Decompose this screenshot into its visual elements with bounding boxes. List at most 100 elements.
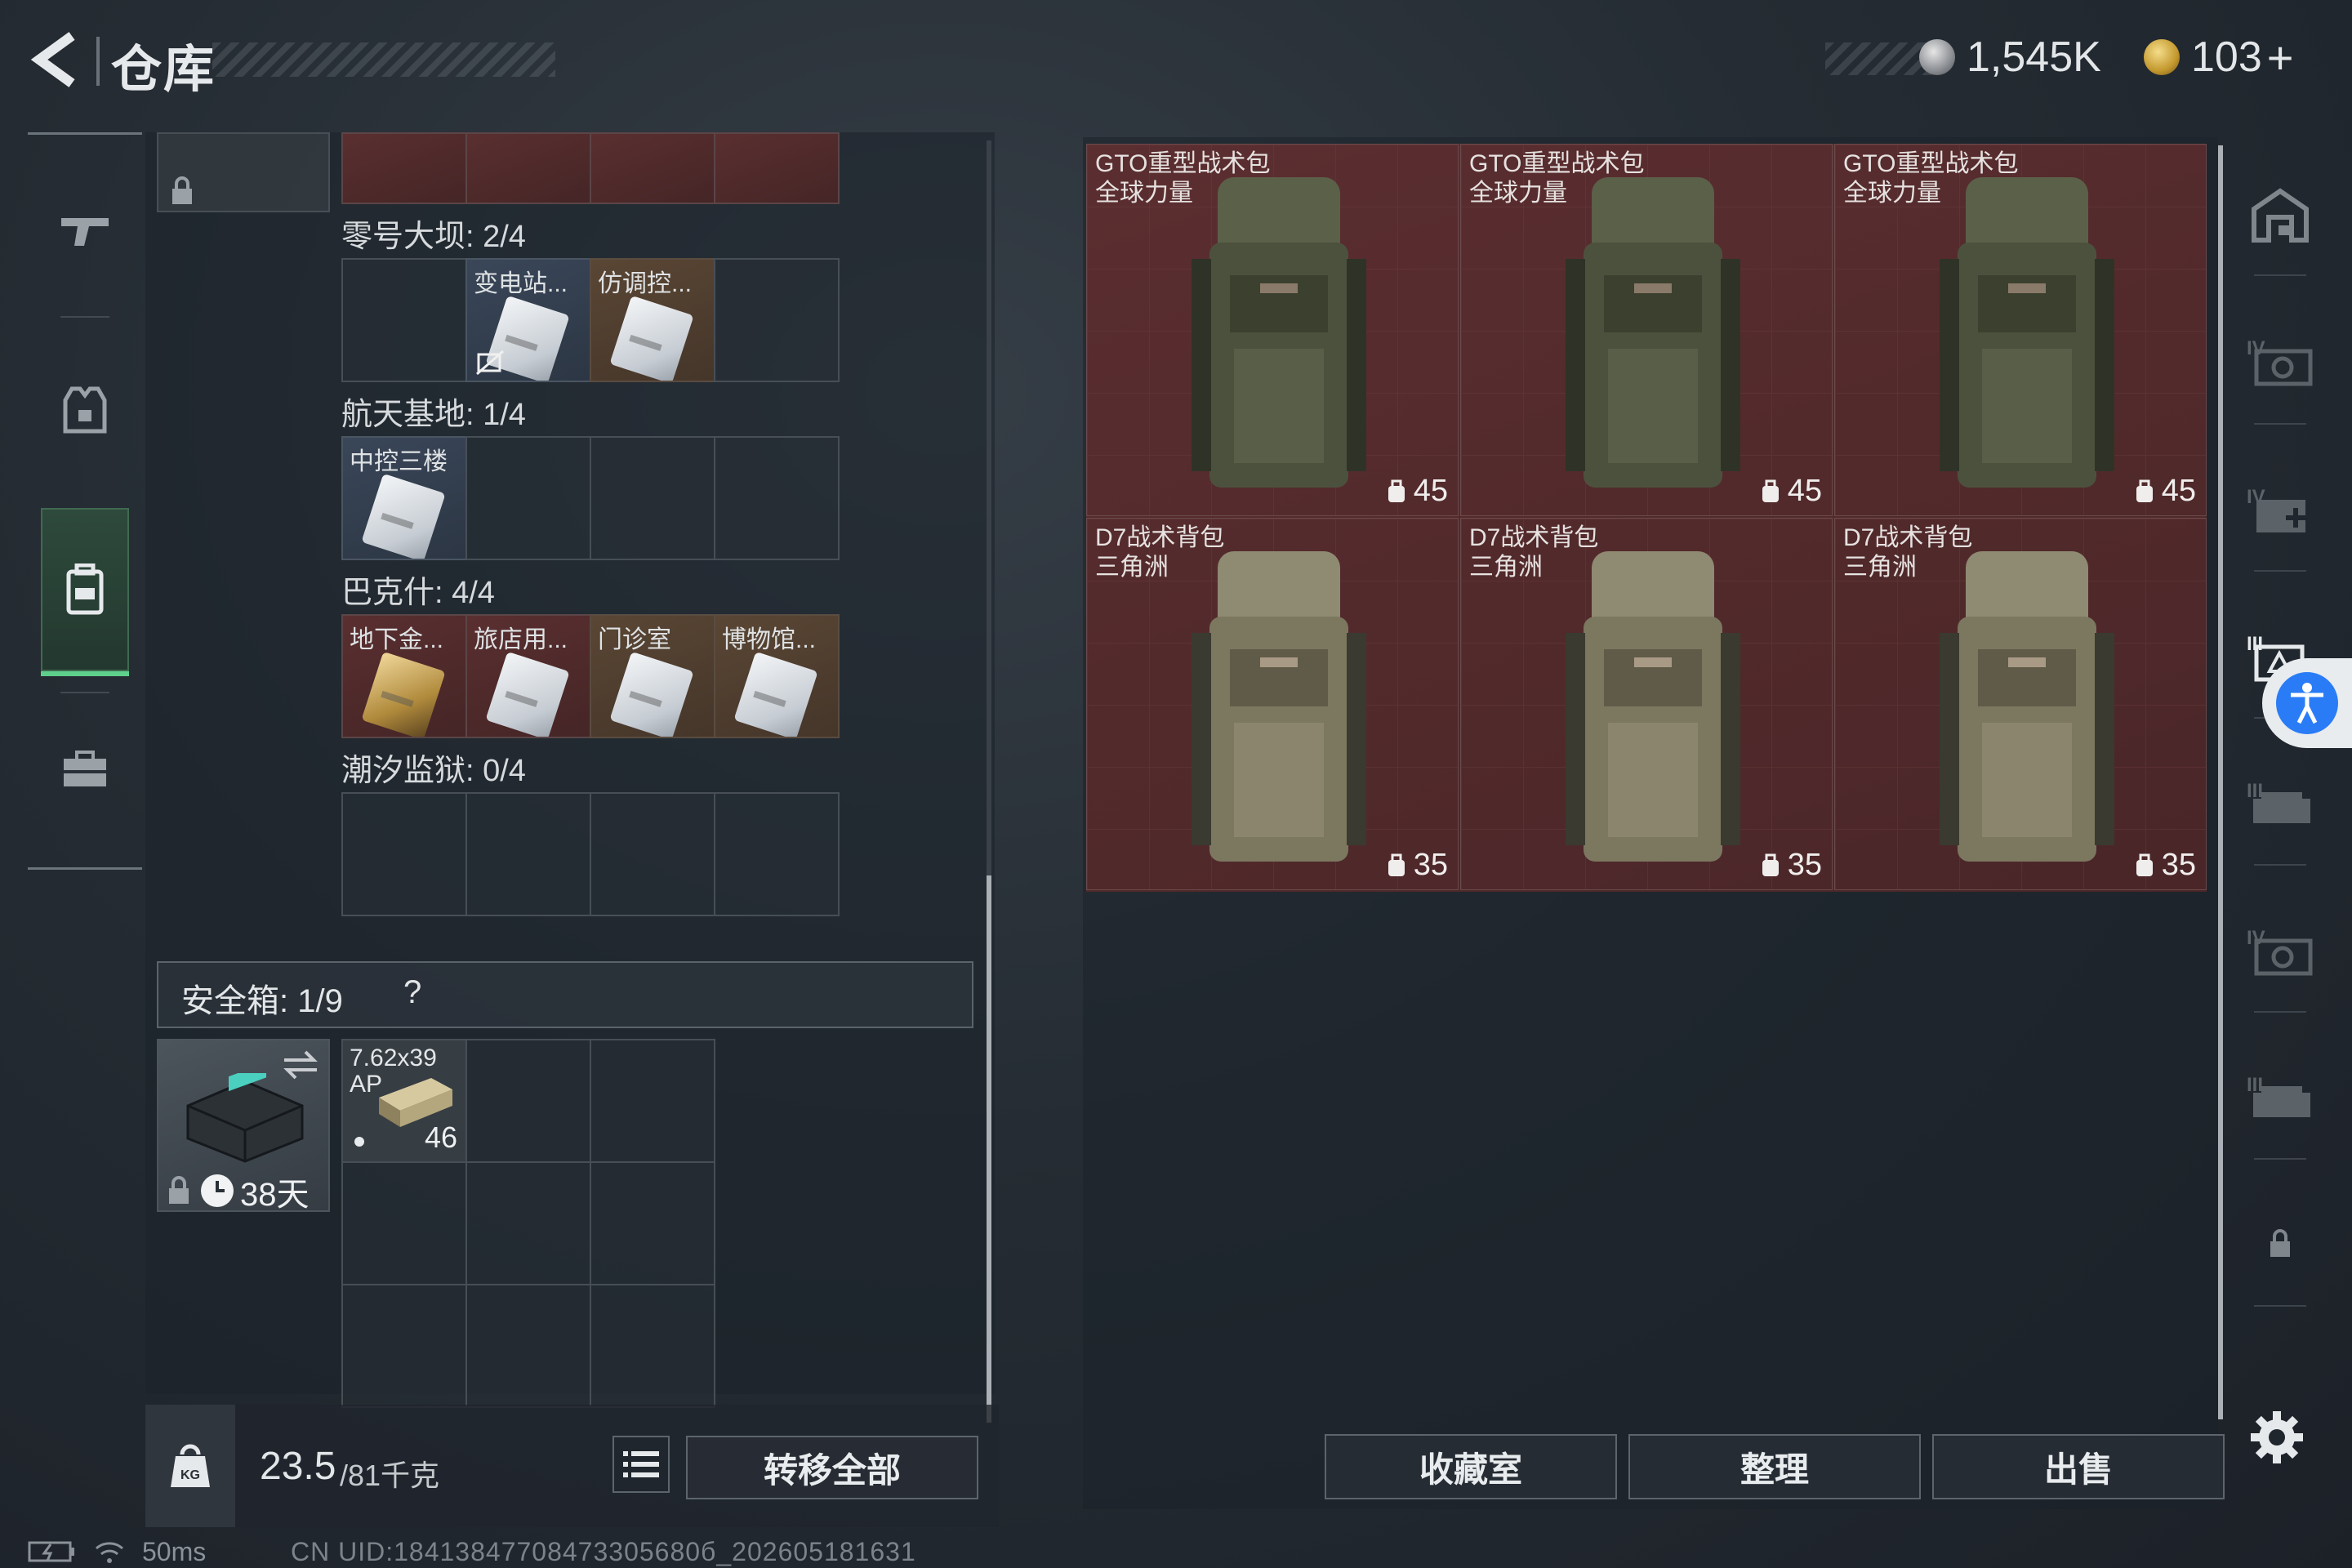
filter-tier4-safe-2[interactable]: IV: [2241, 905, 2319, 995]
safebox-container[interactable]: 38天: [157, 1039, 330, 1213]
filter-tier3-crate[interactable]: III: [2241, 758, 2319, 848]
backpack-item[interactable]: GTO重型战术包 全球力量 45: [1834, 144, 2207, 516]
container-scrollbar[interactable]: [2218, 145, 2223, 1419]
safebox-slot-empty[interactable]: [466, 1161, 591, 1285]
keycard-image: [609, 295, 694, 381]
toolbar-separator: [2254, 274, 2306, 276]
keycard-name: 变电站...: [474, 270, 568, 297]
battery-icon: [28, 1541, 74, 1562]
nav-armor[interactable]: [41, 328, 129, 492]
svg-text:KG: KG: [180, 1468, 200, 1482]
backpack-item[interactable]: D7战术背包 三角洲 35: [1086, 518, 1459, 890]
section-label-baksh: 巴克什: 4/4: [341, 576, 495, 610]
backpack-capacity-icon: [1762, 853, 1779, 876]
ammo-count: 46: [424, 1120, 457, 1154]
stash-scrollbar-thumb[interactable]: [987, 875, 991, 1423]
accessibility-button[interactable]: [2262, 658, 2352, 748]
keycard-slot-empty[interactable]: [714, 258, 840, 382]
nav-bottom-edge: [28, 867, 142, 870]
nav-backpacks[interactable]: [41, 508, 129, 676]
sort-button[interactable]: 整理: [1628, 1434, 1921, 1499]
keycard-slot[interactable]: 门诊室: [590, 614, 715, 738]
item-name: GTO重型战术包 全球力量: [1469, 150, 1645, 207]
gear-icon[interactable]: [2247, 1408, 2306, 1467]
gold-coin-icon: [2144, 39, 2180, 75]
lock-icon: [2270, 1229, 2290, 1257]
safebox-slot-empty[interactable]: [466, 1284, 591, 1408]
backpack-item[interactable]: GTO重型战术包 全球力量 45: [1460, 144, 1833, 516]
keycard-image: [485, 651, 570, 737]
nav-weapons[interactable]: [41, 149, 129, 312]
category-nav: [28, 132, 142, 874]
weight-current: 23.5: [260, 1445, 336, 1488]
back-arrow-icon[interactable]: [24, 31, 90, 88]
item-name: GTO重型战术包 全球力量: [1843, 150, 2019, 207]
keycard-slot-partial[interactable]: [714, 132, 840, 204]
swap-icon[interactable]: [281, 1049, 320, 1081]
toolbar-separator: [2254, 1011, 2306, 1013]
backpack-icon: [66, 564, 104, 615]
keycard-slot-empty[interactable]: [714, 436, 840, 560]
safebox-slot-empty[interactable]: [590, 1039, 715, 1163]
safebox-slot-empty[interactable]: [341, 1161, 467, 1285]
safebox-help-button[interactable]: ?: [403, 974, 421, 1011]
keycard-slot-partial[interactable]: [466, 132, 591, 204]
keycard-slot[interactable]: 变电站...: [466, 258, 591, 382]
weight-icon-box: KG: [145, 1405, 235, 1527]
keycard-slot[interactable]: 地下金...: [341, 614, 467, 738]
list-view-button[interactable]: [612, 1436, 670, 1493]
add-currency-button[interactable]: +: [2267, 31, 2294, 84]
filter-storage[interactable]: [2241, 170, 2319, 260]
safebox-slot-empty[interactable]: [590, 1161, 715, 1285]
keycard-slot-empty[interactable]: [714, 792, 840, 916]
filter-tier3-crate-2[interactable]: III: [2241, 1052, 2319, 1142]
keycard-slot-empty[interactable]: [341, 792, 467, 916]
collection-room-button[interactable]: 收藏室: [1325, 1434, 1617, 1499]
stash-scrollbar[interactable]: [987, 140, 991, 1423]
silver-coin-icon: [1919, 39, 1955, 75]
lock-icon: [169, 1176, 189, 1204]
sell-button[interactable]: 出售: [1932, 1434, 2225, 1499]
keycard-image: [733, 651, 818, 737]
keycard-slot-partial[interactable]: [590, 132, 715, 204]
toolbar-separator: [2254, 423, 2306, 425]
keycard-slot-empty[interactable]: [590, 436, 715, 560]
backpack-item[interactable]: D7战术背包 三角洲 35: [1834, 518, 2207, 890]
silver-amount: 1,545K: [1967, 33, 2101, 81]
tier4-safe-icon: IV: [2247, 927, 2313, 976]
keycard-slot-empty[interactable]: [466, 436, 591, 560]
keycard-slot[interactable]: 旅店用...: [466, 614, 591, 738]
filter-tier4-medical[interactable]: IV: [2241, 464, 2319, 554]
filter-tier4-safe[interactable]: IV: [2241, 315, 2319, 405]
backpack-capacity-icon: [1388, 853, 1405, 876]
gold-amount: 103: [2191, 33, 2262, 81]
backpack-item[interactable]: D7战术背包 三角洲 35: [1460, 518, 1833, 890]
keycard-slot-partial[interactable]: [341, 132, 467, 204]
tier3-crate-icon: III: [2247, 1074, 2310, 1117]
safebox-slot-empty[interactable]: [341, 1284, 467, 1408]
keycard-slot[interactable]: 中控三楼: [341, 436, 467, 560]
lock-icon: [172, 176, 192, 204]
unusable-icon: [476, 350, 504, 376]
safebox-slot-empty[interactable]: [466, 1039, 591, 1163]
keycard-name: 旅店用...: [474, 626, 568, 653]
safebox-case-image: [186, 1073, 304, 1163]
heavy-backpack-image: [1566, 177, 1740, 488]
keycard-slot-empty[interactable]: [590, 792, 715, 916]
backpack-capacity-icon: [1762, 479, 1779, 502]
keycard-slot-empty[interactable]: [466, 792, 591, 916]
keycard-image: [609, 651, 694, 737]
safebox-slot-empty[interactable]: [590, 1284, 715, 1408]
section-label-spacebase: 航天基地: 1/4: [341, 398, 526, 432]
keycard-slot[interactable]: 仿调控...: [590, 258, 715, 382]
nav-misc[interactable]: [41, 688, 129, 851]
ammo-item[interactable]: 7.62x39 AP 46: [341, 1039, 467, 1163]
transfer-all-button[interactable]: 转移全部: [686, 1436, 978, 1499]
backpack-item[interactable]: GTO重型战术包 全球力量 45: [1086, 144, 1459, 516]
keycard-slot[interactable]: 博物馆...: [714, 614, 840, 738]
section-label-dam: 零号大坝: 2/4: [341, 220, 526, 254]
keycard-slot-empty[interactable]: [341, 258, 467, 382]
partial-item-slot[interactable]: [157, 132, 330, 212]
gold-currency[interactable]: 103 +: [2144, 31, 2294, 84]
briefcase-icon: [64, 751, 106, 786]
